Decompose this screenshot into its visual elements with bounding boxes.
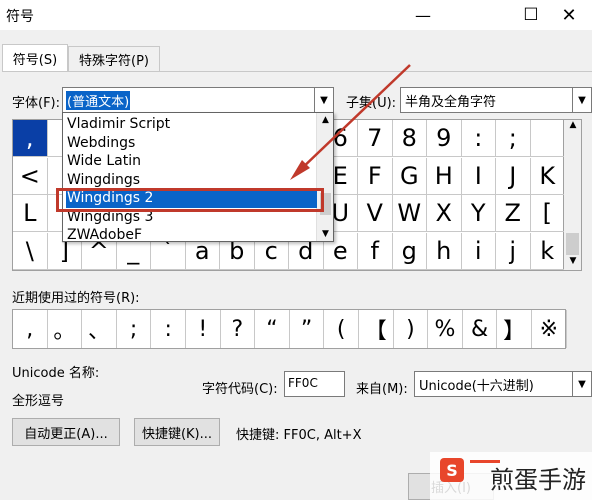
symbol-grid-scrollbar[interactable]: ▲ ▼ xyxy=(564,119,582,271)
symbol-cell[interactable]: < xyxy=(13,157,48,195)
recent-symbol-cell[interactable]: 【 xyxy=(359,310,394,348)
tab-special-characters[interactable]: 特殊字符(P) xyxy=(68,46,160,72)
symbol-cell[interactable]: h xyxy=(427,232,462,270)
scrollbar-thumb[interactable] xyxy=(566,233,579,255)
recent-symbol-cell[interactable]: “ xyxy=(255,310,290,348)
recent-symbol-cell[interactable]: 、 xyxy=(82,310,117,348)
close-button[interactable]: ✕ xyxy=(546,0,592,30)
recent-symbol-cell[interactable]: ? xyxy=(221,310,256,348)
watermark-text: 煎蛋手游 xyxy=(490,466,586,494)
minimize-button[interactable]: — xyxy=(400,0,446,30)
window-title: 符号 xyxy=(6,9,34,25)
symbol-cell[interactable]: I xyxy=(461,157,496,195)
recent-symbol-cell[interactable]: : xyxy=(151,310,186,348)
from-combobox-value: Unicode(十六进制) xyxy=(419,378,534,394)
symbol-cell[interactable]: f xyxy=(358,232,393,270)
symbol-cell[interactable]: j xyxy=(496,232,531,270)
font-option[interactable]: ZWAdobeF xyxy=(66,226,317,245)
scroll-down-icon[interactable]: ▼ xyxy=(564,256,582,270)
char-code-label: 字符代码(C): xyxy=(202,382,278,397)
symbol-cell[interactable]: : xyxy=(461,120,496,157)
recent-symbol-cell[interactable]: ; xyxy=(117,310,152,348)
recent-symbol-cell[interactable]: ” xyxy=(290,310,325,348)
title-bar: 符号 — ☐ ✕ xyxy=(0,0,592,30)
symbol-cell[interactable]: , xyxy=(13,120,48,157)
recent-symbols-list[interactable]: ,。、;:!? “”(【)% &】 ※ xyxy=(12,309,567,349)
annotation-arrow-icon xyxy=(290,64,411,180)
symbol-cell[interactable]: L xyxy=(13,195,48,232)
recent-symbol-cell[interactable]: 。 xyxy=(48,310,83,348)
from-label: 来自(M): xyxy=(356,382,408,397)
subset-combobox[interactable]: 半角及全角字符 ▼ xyxy=(400,87,592,113)
annotation-highlight-box xyxy=(56,188,324,212)
font-label: 字体(F): xyxy=(12,96,61,111)
chevron-down-icon[interactable]: ▼ xyxy=(572,372,591,396)
symbol-cell[interactable]: Y xyxy=(461,195,496,232)
watermark: S 煎蛋手游 xyxy=(430,452,592,500)
tab-symbols[interactable]: 符号(S) xyxy=(2,44,68,72)
autocorrect-button[interactable]: 自动更正(A)... xyxy=(12,418,120,446)
from-combobox[interactable]: Unicode(十六进制) ▼ xyxy=(414,371,592,397)
unicode-name-value: 全形逗号 xyxy=(12,394,65,409)
shortcut-key-button[interactable]: 快捷键(K)... xyxy=(134,418,220,446)
symbol-cell[interactable]: Z xyxy=(496,195,531,232)
symbol-cell[interactable]: H xyxy=(427,157,462,195)
watermark-logo-icon: S xyxy=(440,458,464,482)
symbol-cell[interactable]: X xyxy=(427,195,462,232)
shortcut-key-text: 快捷键: FF0C, Alt+X xyxy=(236,428,362,443)
recent-symbol-cell[interactable]: & xyxy=(463,310,498,348)
symbol-cell[interactable]: k xyxy=(530,232,565,270)
symbol-cell[interactable]: V xyxy=(358,195,393,232)
recent-symbol-cell[interactable]: % xyxy=(428,310,463,348)
font-combobox-value: (普通文本) xyxy=(66,90,131,110)
symbol-cell[interactable] xyxy=(530,120,565,157)
chevron-down-icon[interactable]: ▼ xyxy=(572,88,591,112)
symbol-cell[interactable]: 9 xyxy=(427,120,462,157)
symbol-cell[interactable]: \ xyxy=(13,232,48,270)
symbol-cell[interactable]: ; xyxy=(496,120,531,157)
symbol-cell[interactable]: [ xyxy=(530,195,565,232)
recent-symbol-cell[interactable]: ※ xyxy=(532,310,567,348)
symbol-cell[interactable]: g xyxy=(392,232,427,270)
tab-symbols-label: 符号(S) xyxy=(12,53,58,68)
recent-symbol-cell[interactable]: 】 xyxy=(497,310,532,348)
recent-symbol-cell[interactable]: ( xyxy=(324,310,359,348)
symbol-cell[interactable]: K xyxy=(530,157,565,195)
recent-symbol-cell[interactable]: ! xyxy=(186,310,221,348)
symbol-cell[interactable]: J xyxy=(496,157,531,195)
scroll-down-icon[interactable]: ▼ xyxy=(317,229,334,239)
recent-symbol-cell[interactable]: , xyxy=(13,310,48,348)
symbol-cell[interactable]: W xyxy=(392,195,427,232)
recent-symbols-label: 近期使用过的符号(R): xyxy=(12,291,140,306)
recent-symbol-cell[interactable]: ) xyxy=(394,310,429,348)
unicode-name-label: Unicode 名称: xyxy=(12,366,100,381)
char-code-input[interactable]: FF0C xyxy=(284,371,345,397)
symbol-cell[interactable]: i xyxy=(461,232,496,270)
scroll-up-icon[interactable]: ▲ xyxy=(564,120,582,134)
tab-special-label: 特殊字符(P) xyxy=(79,54,149,69)
